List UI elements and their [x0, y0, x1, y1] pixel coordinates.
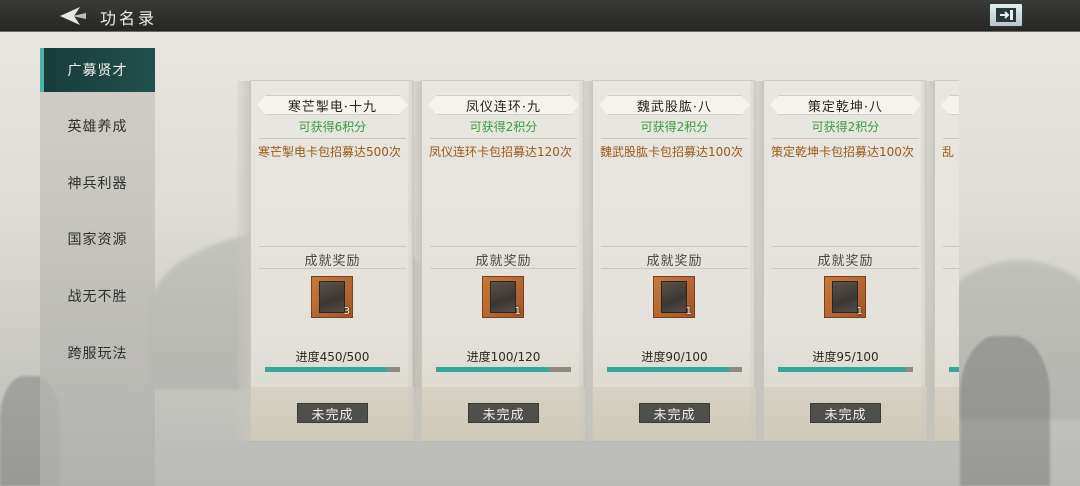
card-edge-shadow — [750, 81, 764, 441]
sidebar-item-national-resources[interactable]: 国家资源 — [40, 217, 155, 261]
divider — [772, 246, 919, 247]
progress-fill — [949, 367, 959, 372]
progress-bar — [436, 367, 571, 372]
reward-item[interactable]: 1 — [482, 276, 524, 318]
progress-text: 进度90/100 — [641, 350, 708, 364]
status-button[interactable]: 未完成 — [639, 403, 710, 423]
card-title-banner — [941, 95, 959, 115]
divider — [601, 268, 748, 269]
reward-count: 1 — [514, 306, 521, 317]
sidebar-item-label: 神兵利器 — [67, 176, 128, 192]
card-points: 可获得2积分 — [640, 120, 709, 134]
reward-title: 成就奖励 — [475, 254, 532, 269]
achievement-card: 乱 — [921, 80, 959, 441]
background-tree — [960, 336, 1050, 486]
card-edge-shadow — [237, 81, 251, 441]
sidebar-item-label: 广募贤才 — [67, 63, 128, 79]
divider — [943, 138, 959, 139]
achievement-card: 寒芒掣电·十九 可获得6积分 寒芒掣电卡包招募达500次 成就奖励 3 进度45… — [237, 80, 414, 441]
progress-text: 进度95/100 — [812, 350, 879, 364]
achievement-card: 凤仪连环·九 可获得2积分 凤仪连环卡包招募达120次 成就奖励 1 进度100… — [408, 80, 585, 441]
divider — [772, 268, 919, 269]
divider — [430, 138, 577, 139]
reward-title: 成就奖励 — [304, 254, 361, 269]
category-sidebar: 广募贤才 英雄养成 神兵利器 国家资源 战无不胜 跨服玩法 — [40, 48, 155, 486]
achievement-card-list[interactable]: 寒芒掣电·十九 可获得6积分 寒芒掣电卡包招募达500次 成就奖励 3 进度45… — [237, 78, 959, 442]
progress-bar — [607, 367, 742, 372]
status-button[interactable]: 未完成 — [810, 403, 881, 423]
card-points: 可获得2积分 — [811, 120, 880, 134]
card-title: 策定乾坤·八 — [807, 100, 884, 115]
progress-text: 进度100/120 — [466, 350, 541, 364]
card-pack-icon — [490, 281, 516, 313]
progress-fill — [778, 367, 907, 372]
divider — [772, 138, 919, 139]
progress-bar — [265, 367, 400, 372]
card-pack-icon — [661, 281, 687, 313]
sidebar-item-label: 国家资源 — [67, 232, 128, 248]
progress-bar — [949, 367, 959, 372]
card-edge-shadow — [408, 81, 422, 441]
reward-item[interactable]: 1 — [824, 276, 866, 318]
divider — [259, 138, 406, 139]
card-description: 乱 — [942, 145, 955, 159]
sidebar-item-hero-training[interactable]: 英雄养成 — [40, 104, 155, 148]
card-title: 寒芒掣电·十九 — [287, 100, 378, 115]
card-title: 魏武股肱·八 — [636, 100, 713, 115]
exit-door-icon — [996, 8, 1016, 22]
card-points: 可获得2积分 — [469, 120, 538, 134]
divider — [430, 268, 577, 269]
divider — [943, 268, 959, 269]
sidebar-item-label: 英雄养成 — [67, 119, 128, 135]
card-title: 凤仪连环·九 — [465, 100, 542, 115]
status-button[interactable]: 未完成 — [297, 403, 368, 423]
divider — [430, 246, 577, 247]
sidebar-item-cross-server[interactable]: 跨服玩法 — [40, 331, 155, 375]
exit-button[interactable] — [989, 3, 1023, 27]
reward-title: 成就奖励 — [817, 254, 874, 269]
status-button[interactable]: 未完成 — [468, 403, 539, 423]
reward-count: 1 — [856, 306, 863, 317]
progress-fill — [436, 367, 549, 372]
card-description: 凤仪连环卡包招募达120次 — [429, 145, 572, 159]
card-points: 可获得6积分 — [298, 120, 367, 134]
reward-count: 3 — [343, 306, 350, 317]
reward-count: 1 — [685, 306, 692, 317]
card-description: 策定乾坤卡包招募达100次 — [771, 145, 914, 159]
back-arrow-icon — [60, 7, 86, 25]
achievement-card: 策定乾坤·八 可获得2积分 策定乾坤卡包招募达100次 成就奖励 1 进度95/… — [750, 80, 927, 441]
divider — [259, 268, 406, 269]
sidebar-item-recruit-talent[interactable]: 广募贤才 — [40, 48, 155, 92]
reward-title: 成就奖励 — [646, 254, 703, 269]
reward-item[interactable]: 1 — [653, 276, 695, 318]
card-edge-shadow — [579, 81, 593, 441]
progress-fill — [265, 367, 387, 372]
divider — [601, 246, 748, 247]
progress-bar — [778, 367, 913, 372]
card-pack-icon — [832, 281, 858, 313]
achievement-card: 魏武股肱·八 可获得2积分 魏武股肱卡包招募达100次 成就奖励 1 进度90/… — [579, 80, 756, 441]
card-edge-shadow — [921, 81, 935, 441]
top-bar: 功名录 — [0, 0, 1080, 32]
sidebar-item-label: 战无不胜 — [67, 289, 128, 305]
card-pack-icon — [319, 281, 345, 313]
back-button[interactable] — [58, 5, 88, 27]
sidebar-item-label: 跨服玩法 — [67, 346, 128, 362]
divider — [943, 246, 959, 247]
card-description: 寒芒掣电卡包招募达500次 — [258, 145, 401, 159]
sidebar-item-divine-weapons[interactable]: 神兵利器 — [40, 161, 155, 205]
progress-fill — [607, 367, 729, 372]
page-title: 功名录 — [100, 9, 158, 28]
sidebar-item-invincible[interactable]: 战无不胜 — [40, 274, 155, 318]
divider — [601, 138, 748, 139]
card-footer — [935, 387, 959, 441]
progress-text: 进度450/500 — [295, 350, 370, 364]
reward-item[interactable]: 3 — [311, 276, 353, 318]
divider — [259, 246, 406, 247]
card-description: 魏武股肱卡包招募达100次 — [600, 145, 743, 159]
